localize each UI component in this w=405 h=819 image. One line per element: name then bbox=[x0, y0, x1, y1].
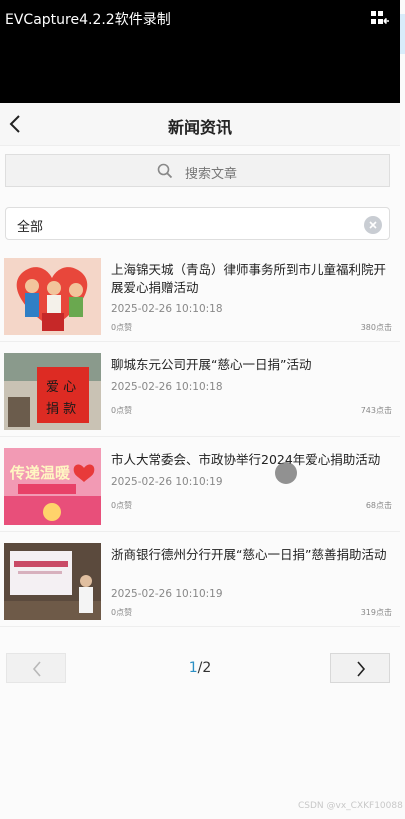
touch-cursor bbox=[275, 462, 297, 484]
article-title: 市人大常委会、市政协举行2024年爱心捐助活动 bbox=[111, 452, 381, 467]
article-date: 2025-02-26 10:10:18 bbox=[111, 381, 223, 393]
article-clicks: 319点击 bbox=[360, 608, 392, 617]
filter-value: 全部 bbox=[17, 220, 44, 235]
recorder-bar: EVCapture4.2.2软件录制 bbox=[0, 0, 400, 103]
recorder-title: EVCapture4.2.2软件录制 bbox=[5, 12, 171, 28]
total-pages: /2 bbox=[197, 660, 212, 676]
article-likes: 0点赞 bbox=[111, 406, 133, 415]
article-thumbnail bbox=[4, 258, 101, 335]
grid-arrow-icon[interactable] bbox=[370, 10, 390, 26]
watermark: CSDN @vx_CXKF10088 bbox=[298, 801, 403, 811]
article-clicks: 743点击 bbox=[360, 406, 392, 415]
page-title: 新闻资讯 bbox=[167, 118, 232, 137]
article-item[interactable]: 爱 心 捐 款 聊城东元公司开展“慈心一日捐”活动 2025-02-26 10:… bbox=[0, 342, 400, 437]
article-thumbnail: 爱 心 捐 款 bbox=[4, 353, 101, 430]
page-header: 新闻资讯 bbox=[0, 103, 400, 146]
svg-text:传递温暖: 传递温暖 bbox=[9, 464, 71, 482]
article-date: 2025-02-26 10:10:19 bbox=[111, 588, 223, 600]
article-date: 2025-02-26 10:10:18 bbox=[111, 303, 223, 315]
article-title: 聊城东元公司开展“慈心一日捐”活动 bbox=[111, 357, 312, 372]
article-likes: 0点赞 bbox=[111, 323, 133, 332]
search-input[interactable]: 搜索文章 bbox=[5, 154, 390, 187]
article-list: 上海锦天城（青岛）律师事务所到市儿童福利院开展爱心捐赠活动 2025-02-26… bbox=[0, 247, 400, 627]
article-title: 浙商银行德州分行开展“慈心一日捐”慈善捐助活动 bbox=[111, 547, 387, 562]
article-date: 2025-02-26 10:10:19 bbox=[111, 476, 223, 488]
current-page: 1 bbox=[188, 660, 198, 676]
article-thumbnail: 传递温暖 bbox=[4, 448, 101, 525]
svg-text:捐 款: 捐 款 bbox=[46, 402, 76, 417]
article-item[interactable]: 上海锦天城（青岛）律师事务所到市儿童福利院开展爱心捐赠活动 2025-02-26… bbox=[0, 247, 400, 342]
article-item[interactable]: 传递温暖 市人大常委会、市政协举行2024年爱心捐助活动 2025-02-26 … bbox=[0, 437, 400, 532]
window-edge bbox=[400, 0, 405, 819]
search-placeholder: 搜索文章 bbox=[185, 167, 238, 182]
article-likes: 0点赞 bbox=[111, 608, 133, 617]
article-clicks: 68点击 bbox=[365, 501, 392, 510]
article-item[interactable]: 浙商银行德州分行开展“慈心一日捐”慈善捐助活动 2025-02-26 10:10… bbox=[0, 532, 400, 627]
news-page: 新闻资讯 搜索文章 全部 上海锦天城（青岛）律师事务所到市儿童福利院开展爱心捐赠… bbox=[0, 103, 400, 819]
article-clicks: 380点击 bbox=[360, 323, 392, 332]
article-thumbnail bbox=[4, 543, 101, 620]
svg-text:爱 心: 爱 心 bbox=[46, 380, 76, 395]
close-circle-icon[interactable] bbox=[364, 216, 382, 234]
category-filter[interactable]: 全部 bbox=[5, 207, 390, 240]
search-icon bbox=[157, 163, 173, 179]
next-page-button[interactable] bbox=[330, 653, 390, 683]
article-title: 上海锦天城（青岛）律师事务所到市儿童福利院开展爱心捐赠活动 bbox=[111, 262, 387, 295]
chevron-right-icon bbox=[357, 661, 366, 677]
article-likes: 0点赞 bbox=[111, 501, 133, 510]
